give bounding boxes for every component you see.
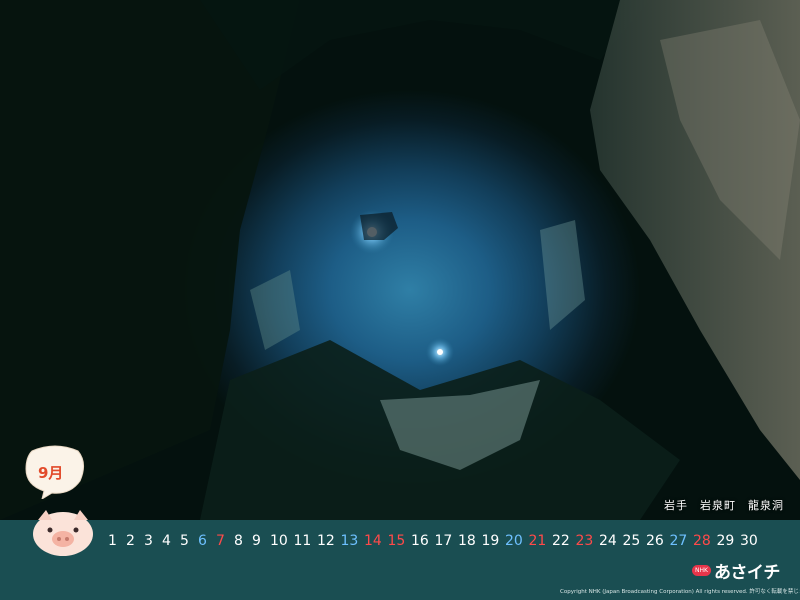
calendar-day: 23 [575,533,594,549]
calendar-day: 11 [293,533,312,549]
calendar-day: 2 [126,533,135,549]
calendar-day: 1 [108,533,117,549]
location-caption: 岩手 岩泉町 龍泉洞 [664,499,784,512]
copyright-text: Copyright NHK (Japan Broadcasting Corpor… [560,589,800,595]
calendar-day: 12 [317,533,335,549]
cave-photo [0,0,800,520]
calendar-day: 14 [364,533,382,549]
calendar-days: 1 2 3 4 5 6 7 8 9 10 11 12 13 14 15 16 17 18 19 20 21 22 23 24 2… [108,533,764,549]
calendar-day: 7 [216,533,225,549]
calendar-day: 22 [552,533,570,549]
pig-mascot-icon [33,510,93,556]
calendar-day: 24 [599,533,617,549]
calendar-day: 5 [180,533,189,549]
calendar-day: 9 [252,533,261,549]
calendar-day: 17 [434,533,453,549]
asaichi-logo: NHK あさイチ [692,558,781,583]
nhk-badge: NHK [692,564,711,576]
calendar-day: 10 [270,533,288,549]
calendar-day: 13 [340,533,359,549]
calendar-day: 27 [669,533,688,549]
calendar-day: 3 [144,533,153,549]
calendar-day: 18 [458,533,476,549]
cave-photo-art [0,0,800,520]
calendar-day: 30 [740,533,758,549]
calendar-day: 21 [528,533,547,549]
calendar-day: 20 [505,533,523,549]
logo-text: あさイチ [713,562,781,583]
calendar-day: 29 [716,533,735,549]
month-label: 9月 [38,464,64,482]
calendar-day: 4 [162,533,171,549]
calendar-day: 8 [234,533,243,549]
calendar-day: 26 [646,533,664,549]
calendar-day: 28 [693,533,711,549]
calendar-day: 6 [198,533,207,549]
calendar-day: 15 [387,533,406,549]
calendar-day: 19 [481,533,500,549]
calendar-day: 16 [411,533,429,549]
calendar-day: 25 [622,533,641,549]
